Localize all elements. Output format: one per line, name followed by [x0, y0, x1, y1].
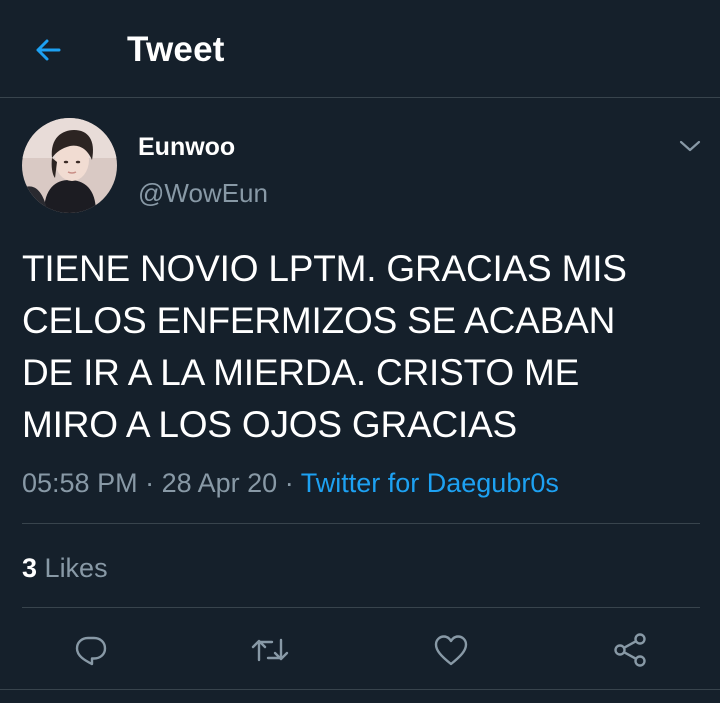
share-button[interactable] — [610, 630, 650, 670]
meta-separator: · — [284, 468, 294, 498]
page-title: Tweet — [127, 30, 225, 69]
tweet-time: 05:58 PM — [22, 468, 138, 498]
top-bar: Tweet — [0, 0, 720, 98]
reply-button[interactable] — [71, 630, 111, 670]
divider — [0, 689, 720, 690]
likes-label: Likes — [44, 553, 108, 583]
share-icon — [614, 633, 646, 667]
tweet-meta: 05:58 PM · 28 Apr 20 · Twitter for Daegu… — [22, 465, 559, 501]
retweet-icon — [251, 638, 289, 662]
divider — [22, 607, 700, 608]
heart-icon — [434, 635, 468, 666]
author-handle[interactable]: @WowEun — [138, 177, 268, 209]
like-button[interactable] — [431, 630, 471, 670]
author-display-name[interactable]: Eunwoo — [138, 132, 235, 162]
arrow-left-icon — [36, 39, 61, 61]
retweet-button[interactable] — [250, 630, 290, 670]
tweet-date: 28 Apr 20 — [161, 468, 278, 498]
tweet-menu-button[interactable] — [676, 132, 704, 160]
chevron-down-icon — [679, 140, 701, 152]
reply-icon — [75, 636, 107, 666]
avatar[interactable] — [22, 118, 117, 213]
meta-separator: · — [145, 468, 155, 498]
divider — [22, 523, 700, 524]
likes-count: 3 — [22, 553, 38, 583]
profile-photo — [22, 118, 117, 213]
tweet-detail-screen: Tweet Eunwoo @WowEun TIENE NOVIO LPTM. G… — [0, 0, 720, 703]
tweet-text: TIENE NOVIO LPTM. GRACIAS MIS CELOS ENFE… — [22, 248, 627, 445]
likes-stat[interactable]: 3 Likes — [22, 551, 108, 585]
tweet-source-link[interactable]: Twitter for Daegubr0s — [301, 468, 559, 498]
back-button[interactable] — [28, 30, 68, 70]
